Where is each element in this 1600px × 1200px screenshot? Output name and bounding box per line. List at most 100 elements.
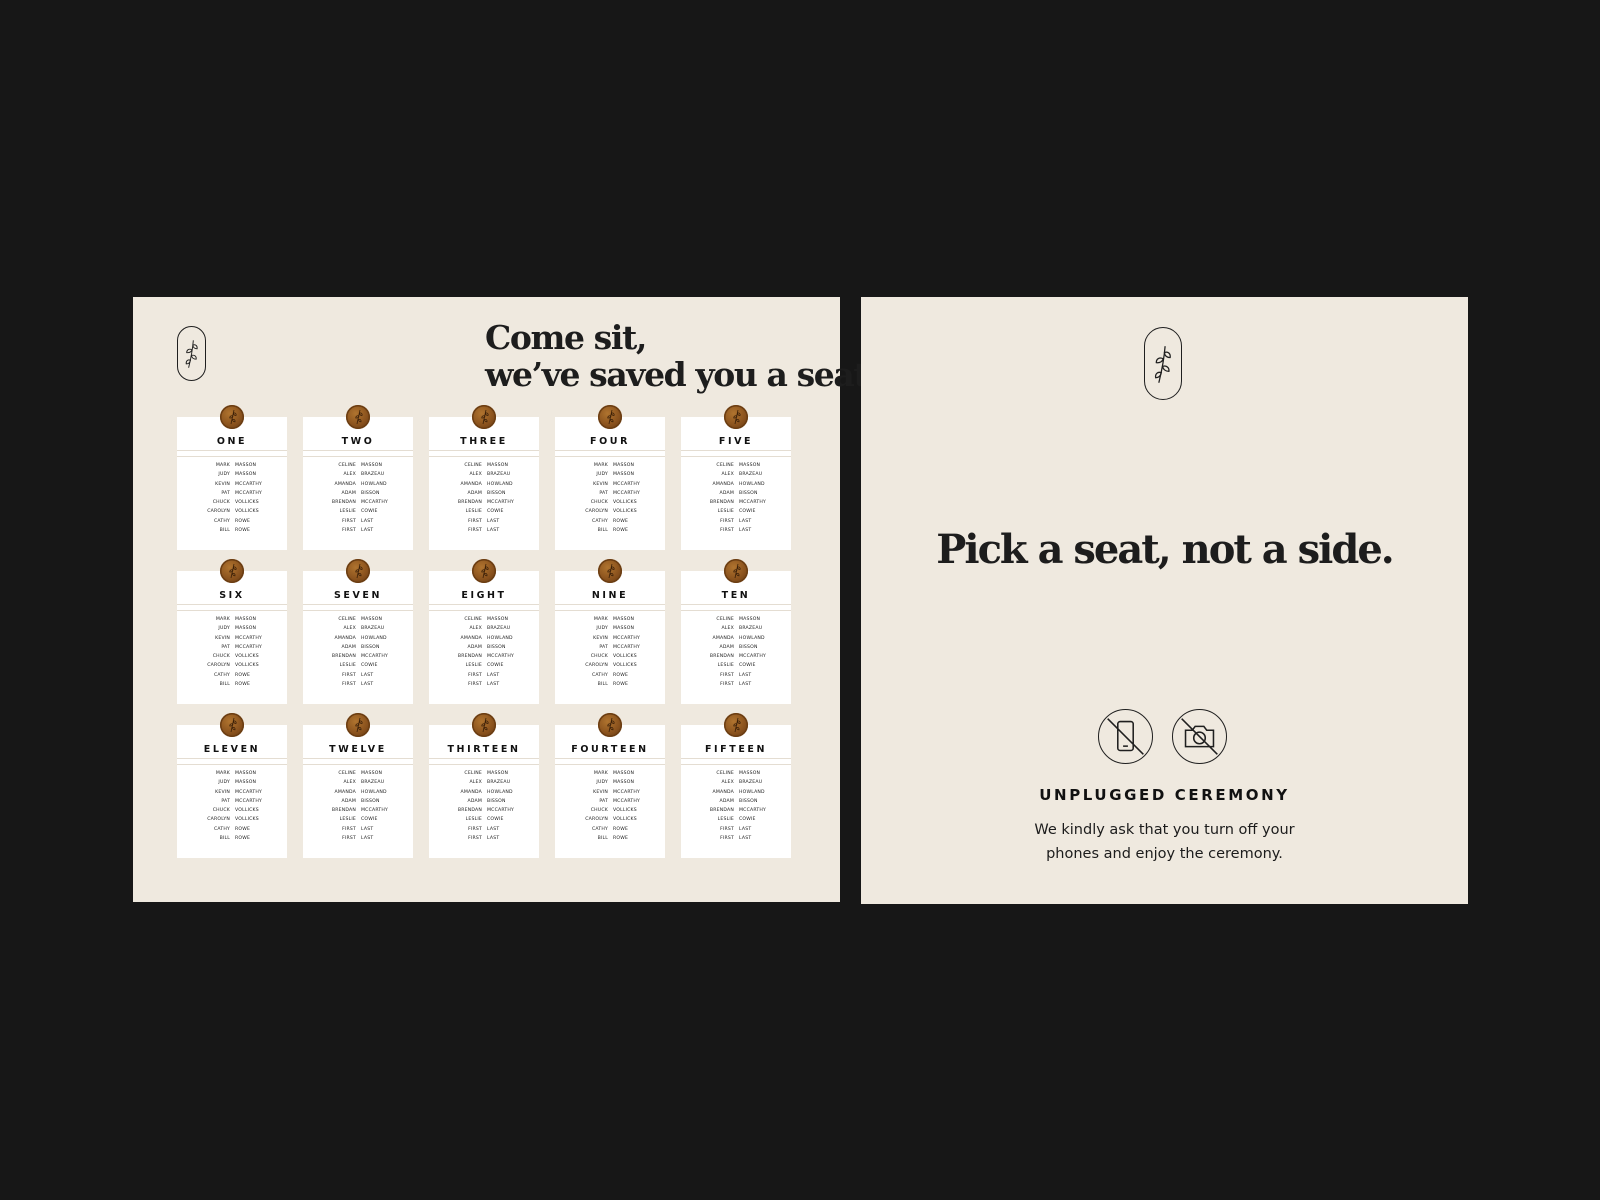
guest-first-name: AMANDA [712,635,734,641]
guest-first-name: BRENDAN [709,500,734,506]
guest-row: ALEX BRAZEAU [303,780,413,789]
table-card: ELEVEN MARK MASSON JUDY MASSON KEVIN MCCARTHY P… [177,713,287,858]
guest-row: BRENDAN MCCARTHY [429,500,539,509]
guest-last-name: VOLLICKS [235,817,259,823]
guest-row: KEVIN MCCARTHY [177,636,287,645]
guest-first-name: CAROLYN [207,663,230,669]
guest-last-name: MCCARTHY [613,635,641,641]
guest-row: AMANDA HOWLAND [681,482,791,491]
guest-first-name: MARK [593,771,608,776]
guest-last-name: HOWLAND [361,789,387,795]
guest-last-name: COWIE [739,509,756,515]
guest-first-name: AMANDA [460,635,482,641]
guest-last-name: MCCARTHY [739,654,767,660]
guest-row: JUDY MASSON [555,780,665,789]
guest-last-name: LAST [487,528,500,534]
guest-last-name: BISSON [361,798,380,804]
guest-first-name: KEVIN [215,789,230,795]
guest-last-name: BISSON [361,644,380,650]
guest-row: CAROLYN VOLLICKS [555,817,665,826]
guest-row: CATHY ROWE [177,673,287,682]
guest-last-name: HOWLAND [739,789,765,795]
guest-list: CELINE MASSON ALEX BRAZEAU AMANDA HOWLAND ADAM… [681,463,791,537]
guest-first-name: PAT [221,798,230,804]
divider [303,456,413,457]
guest-row: LESLIE COWIE [681,663,791,672]
guest-row: ALEX BRAZEAU [303,472,413,481]
guest-first-name: FIRST [342,826,356,832]
guest-row: CHUCK VOLLICKS [177,500,287,509]
guest-first-name: ALEX [721,626,734,632]
guest-last-name: MCCARTHY [739,500,767,506]
unplugged-ceremony-board: Pick a seat, not a side. UNPLUGGED CEREM… [861,297,1468,904]
wax-seal-icon [598,713,622,737]
guest-row: CATHY ROWE [177,827,287,836]
guest-row: CHUCK VOLLICKS [555,654,665,663]
table-card: FIFTEEN CELINE MASSON ALEX BRAZEAU AMANDA HOWL… [681,713,791,858]
guest-last-name: MASSON [613,617,635,622]
divider [303,604,413,605]
guest-row: CELINE MASSON [303,463,413,472]
guest-first-name: ALEX [343,780,356,786]
guest-first-name: JUDY [218,626,230,632]
guest-first-name: LESLIE [339,509,356,515]
guest-last-name: ROWE [613,528,629,534]
guest-last-name: HOWLAND [361,635,387,641]
guest-first-name: BILL [597,682,608,688]
guest-last-name: MCCARTHY [235,644,263,650]
guest-first-name: BRENDAN [457,500,482,506]
guest-last-name: MCCARTHY [235,490,263,496]
guest-row: KEVIN MCCARTHY [177,790,287,799]
guest-first-name: CHUCK [212,808,230,814]
guest-first-name: ALEX [469,472,482,478]
wax-seal-icon [346,559,370,583]
guest-last-name: BRAZEAU [361,626,385,632]
guest-last-name: MCCARTHY [613,789,641,795]
no-phone-icon [1098,709,1153,764]
guest-first-name: MARK [215,463,230,468]
guest-first-name: FIRST [342,672,356,678]
guest-row: ALEX BRAZEAU [681,472,791,481]
guest-first-name: CELINE [464,463,482,468]
guest-first-name: CATHY [591,672,608,678]
divider [177,450,287,451]
guest-row: FIRST LAST [429,836,539,845]
unplugged-title: UNPLUGGED CEREMONY [1039,786,1290,804]
guest-first-name: AMANDA [460,481,482,487]
guest-last-name: ROWE [613,826,629,832]
guest-last-name: COWIE [739,663,756,669]
guest-first-name: FIRST [468,682,482,688]
wax-seal-icon [724,559,748,583]
guest-row: FIRST LAST [429,519,539,528]
guest-first-name: CATHY [591,826,608,832]
guest-row: ADAM BISSON [429,799,539,808]
guest-row: LESLIE COWIE [303,509,413,518]
guest-first-name: KEVIN [215,635,230,641]
wax-seal-icon [598,405,622,429]
guest-last-name: MASSON [235,463,257,468]
guest-last-name: MASSON [235,626,257,632]
table-name: FOURTEEN [571,744,649,755]
guest-first-name: CHUCK [212,654,230,660]
guest-last-name: MASSON [361,771,383,776]
guest-row: AMANDA HOWLAND [429,482,539,491]
guest-last-name: COWIE [487,663,504,669]
guest-last-name: VOLLICKS [235,654,259,660]
sprig-icon [1144,327,1182,400]
guest-last-name: MASSON [613,472,635,478]
guest-last-name: LAST [361,826,374,832]
guest-row: FIRST LAST [303,519,413,528]
guest-list: MARK MASSON JUDY MASSON KEVIN MCCARTHY PAT MCCA… [555,617,665,691]
guest-row: ADAM BISSON [303,645,413,654]
guest-row: AMANDA HOWLAND [429,790,539,799]
guest-last-name: HOWLAND [487,635,513,641]
guest-first-name: BILL [597,528,608,534]
divider [429,450,539,451]
guest-row: CAROLYN VOLLICKS [555,509,665,518]
guest-first-name: FIRST [720,682,734,688]
guest-last-name: MASSON [235,780,257,786]
guest-last-name: ROWE [235,518,251,524]
guest-row: BRENDAN MCCARTHY [681,500,791,509]
guest-first-name: FIRST [468,836,482,842]
guest-row: LESLIE COWIE [429,817,539,826]
